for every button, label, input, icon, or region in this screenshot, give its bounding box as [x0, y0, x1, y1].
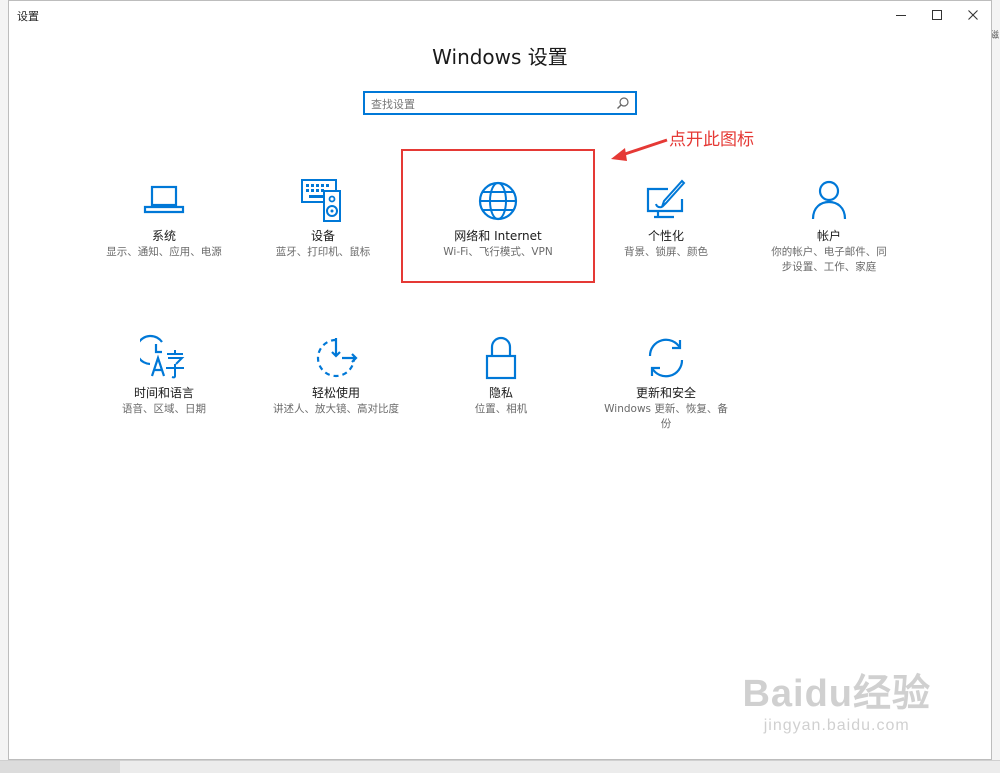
tile-label: 设备	[310, 229, 335, 243]
tile-accounts[interactable]: 帐户 你的帐户、电子邮件、同步设置、工作、家庭	[749, 177, 909, 275]
tile-devices[interactable]: 设备 蓝牙、打印机、鼠标	[243, 177, 403, 260]
tile-time-language[interactable]: 时间和语言 语音、区域、日期	[84, 334, 244, 417]
watermark: Baidu经验 jingyan.baidu.com	[742, 662, 931, 735]
tile-description: 显示、通知、应用、电源	[106, 246, 222, 258]
tile-label: 网络和 Internet	[454, 229, 542, 243]
tile-label: 更新和安全	[635, 386, 696, 400]
tile-label: 系统	[151, 229, 176, 243]
minimize-button[interactable]	[885, 1, 917, 29]
search-icon	[617, 97, 629, 109]
page-title: Windows 设置	[432, 45, 568, 69]
sync-icon	[648, 338, 684, 378]
tile-description: Wi-Fi、飞行模式、VPN	[443, 246, 553, 258]
tile-system[interactable]: 系统 显示、通知、应用、电源	[84, 177, 244, 260]
close-icon	[968, 10, 978, 20]
tile-label: 轻松使用	[311, 386, 360, 400]
laptop-icon	[143, 185, 185, 214]
keyboard-speaker-icon	[301, 179, 341, 222]
tile-description: 蓝牙、打印机、鼠标	[275, 246, 371, 258]
tile-ease-of-access[interactable]: 轻松使用 讲述人、放大镜、高对比度	[256, 334, 416, 417]
paint-brush-icon	[646, 179, 686, 219]
tile-description: 语音、区域、日期	[122, 403, 206, 415]
tile-label: 时间和语言	[133, 386, 194, 400]
close-button[interactable]	[957, 1, 989, 29]
settings-window: 设置 Windows 设置 系统 显示、通知、应用、电源	[8, 0, 992, 760]
time-language-icon	[140, 334, 185, 379]
tile-description: 位置、相机	[474, 403, 528, 415]
tile-description: 你的帐户、电子邮件、同步设置、工作、家庭	[771, 246, 887, 273]
person-icon	[811, 180, 847, 220]
tile-personalization[interactable]: 个性化 背景、锁屏、颜色	[586, 177, 746, 260]
tile-privacy[interactable]: 隐私 位置、相机	[421, 334, 581, 417]
tile-label: 帐户	[816, 229, 841, 243]
globe-icon	[478, 181, 518, 221]
background-taskbar-edge	[0, 760, 1000, 773]
watermark-url: jingyan.baidu.com	[763, 717, 910, 734]
maximize-button[interactable]	[921, 1, 953, 29]
annotation-text: 点开此图标	[669, 130, 754, 150]
tile-description: 背景、锁屏、颜色	[624, 246, 708, 258]
watermark-logo: Baidu经验	[742, 673, 931, 715]
minimize-icon	[896, 15, 906, 16]
title-bar[interactable]: 设置	[9, 1, 991, 29]
tile-label: 隐私	[488, 386, 513, 400]
tile-description: Windows 更新、恢复、备份	[604, 403, 728, 430]
tile-update-security[interactable]: 更新和安全 Windows 更新、恢复、备份	[586, 334, 746, 432]
search-box[interactable]	[363, 91, 637, 115]
annotation-arrow-icon	[611, 138, 668, 161]
tile-description: 讲述人、放大镜、高对比度	[273, 403, 399, 415]
tile-label: 个性化	[647, 229, 684, 243]
lock-icon	[485, 336, 517, 380]
window-title: 设置	[17, 10, 39, 23]
ease-of-access-icon	[316, 338, 358, 378]
tile-network-internet[interactable]: 网络和 Internet Wi-Fi、飞行模式、VPN	[418, 177, 578, 260]
maximize-icon	[932, 10, 942, 20]
search-input[interactable]	[365, 94, 611, 115]
